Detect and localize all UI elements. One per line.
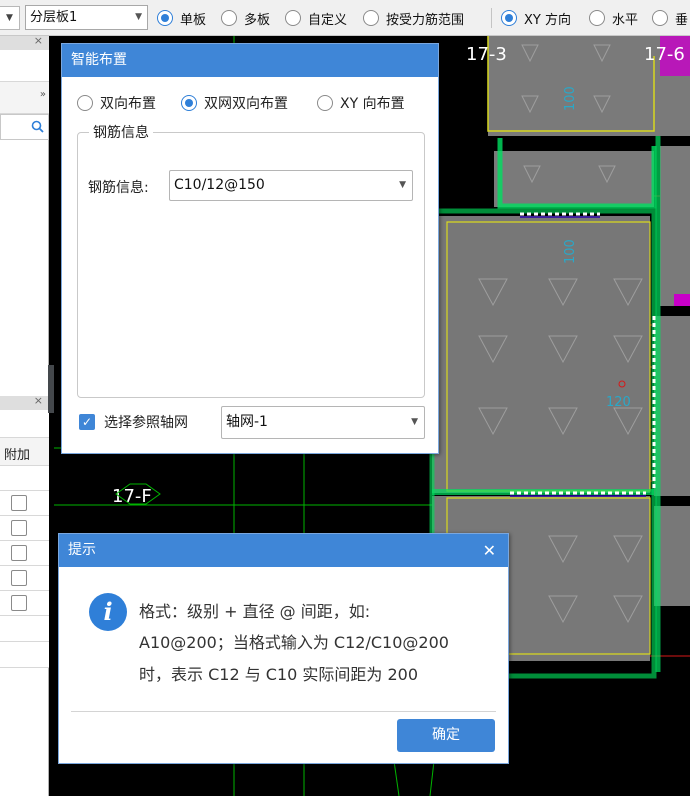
info-icon: i [89, 593, 127, 631]
radio-label: XY 方向 [524, 12, 571, 28]
row-checkbox[interactable] [11, 595, 27, 611]
rebar-info-value: C10/12@150 [174, 177, 265, 193]
radio-bidirectional[interactable]: 双向布置 [77, 93, 156, 113]
smart-layout-dialog: 智能布置 双向布置 双网双向布置 XY 向布置 钢筋信息 钢筋信息: C10/1… [61, 43, 439, 454]
radio-dot [363, 10, 379, 26]
search-icon[interactable] [31, 120, 44, 133]
table-row [0, 491, 49, 516]
toolbar-separator [491, 8, 492, 28]
row-checkbox[interactable] [11, 495, 27, 511]
layer-select-value: 分层板1 [30, 10, 78, 25]
row-checkbox[interactable] [11, 520, 27, 536]
radio-multi-slab[interactable]: 多板 [221, 9, 271, 28]
table-row [0, 566, 49, 591]
table-row [0, 642, 49, 668]
top-toolbar: ▼ 分层板1 ▼ 单板 多板 自定义 按受力筋范围 XY 方向 水平 垂 [0, 0, 690, 36]
table-row [0, 591, 49, 616]
radio-label: XY 向布置 [340, 96, 405, 112]
column-header-label: 附加 [4, 448, 31, 463]
panel-header: × [0, 34, 49, 50]
table-row [0, 616, 49, 642]
checkmark-icon[interactable]: ✓ [79, 414, 95, 430]
radio-dot [181, 95, 197, 111]
radio-dot [77, 95, 93, 111]
radio-dot [501, 10, 517, 26]
panel-row [0, 50, 49, 82]
radio-label: 多板 [244, 12, 271, 28]
radio-label: 按受力筋范围 [386, 12, 465, 28]
dialog-title[interactable]: 智能布置 [62, 44, 438, 77]
radio-label: 双网双向布置 [204, 96, 288, 112]
hint-message-line: A10@200；当格式输入为 C12/C10@200 [139, 633, 449, 652]
radio-label: 自定义 [308, 12, 348, 28]
radio-label: 单板 [180, 12, 207, 28]
table-row [0, 466, 49, 491]
group-title: 钢筋信息 [89, 122, 153, 142]
radio-custom[interactable]: 自定义 [285, 9, 348, 28]
double-chevron-right-icon[interactable]: » [40, 89, 46, 100]
dim-label: 100 [563, 86, 578, 111]
chevron-down-icon: ▼ [6, 13, 13, 23]
radio-xy-layout[interactable]: XY 向布置 [317, 93, 405, 113]
radio-dot [317, 95, 333, 111]
chevron-down-icon: ▼ [135, 12, 142, 22]
radio-dot [589, 10, 605, 26]
panel-header: × [0, 394, 49, 410]
left-panel: × » × 附加 [0, 34, 49, 796]
divider [71, 711, 496, 712]
column-header: 附加 [0, 438, 49, 466]
dim-label: 100 [563, 239, 578, 264]
radio-label: 双向布置 [100, 96, 156, 112]
ok-button[interactable]: 确定 [397, 719, 495, 752]
radio-label: 垂 [675, 12, 689, 28]
close-icon[interactable]: ✕ [483, 534, 496, 567]
axis-label: 17-6 [644, 44, 685, 65]
close-icon[interactable]: × [34, 34, 43, 47]
chevron-down-icon[interactable]: ▼ [411, 407, 418, 438]
dialog-titlebar[interactable]: 提示 ✕ [59, 534, 508, 567]
radio-dot [285, 10, 301, 26]
chevron-down-icon[interactable]: ▼ [399, 171, 406, 200]
radio-single-slab[interactable]: 单板 [157, 9, 207, 28]
rebar-info-label: 钢筋信息: [88, 180, 149, 196]
ref-axis-checkbox[interactable]: ✓ 选择参照轴网 [79, 412, 188, 432]
radio-horizontal[interactable]: 水平 [589, 9, 639, 28]
rebar-info-group: 钢筋信息 钢筋信息: C10/12@150 ▼ [77, 122, 425, 398]
hint-message-line: 时，表示 C12 与 C10 实际间距为 200 [139, 665, 419, 684]
ref-axis-label: 选择参照轴网 [104, 415, 188, 431]
row-checkbox[interactable] [11, 570, 27, 586]
axis-grid-value: 轴网-1 [226, 414, 268, 430]
axis-label: 17-3 [466, 44, 507, 65]
close-icon[interactable]: × [34, 394, 43, 407]
panel-row [0, 410, 49, 438]
dim-label: 120 [606, 395, 631, 410]
table-row [0, 516, 49, 541]
layer-select[interactable]: 分层板1 ▼ [25, 5, 148, 30]
radio-by-main-rebar-range[interactable]: 按受力筋范围 [363, 9, 465, 28]
radio-dot [157, 10, 173, 26]
axis-grid-select[interactable]: 轴网-1 ▼ [221, 406, 425, 439]
panel-search-field[interactable] [0, 114, 49, 140]
toolbar-dropdown-arrow[interactable]: ▼ [0, 6, 20, 30]
table-row [0, 541, 49, 566]
row-checkbox[interactable] [11, 545, 27, 561]
radio-label: 水平 [612, 12, 639, 28]
radio-vertical[interactable]: 垂 [652, 9, 689, 28]
rebar-info-combobox[interactable]: C10/12@150 ▼ [169, 170, 413, 201]
radio-double-net-bidirectional[interactable]: 双网双向布置 [181, 93, 288, 113]
hint-message-line: 格式：级别 + 直径 @ 间距，如: [139, 602, 371, 621]
dialog-title: 提示 [68, 542, 96, 558]
radio-xy-direction[interactable]: XY 方向 [501, 9, 571, 28]
radio-dot [221, 10, 237, 26]
radio-dot [652, 10, 668, 26]
panel-tab-row: » [0, 82, 49, 114]
hint-dialog: 提示 ✕ i 格式：级别 + 直径 @ 间距，如: A10@200；当格式输入为… [58, 533, 509, 764]
